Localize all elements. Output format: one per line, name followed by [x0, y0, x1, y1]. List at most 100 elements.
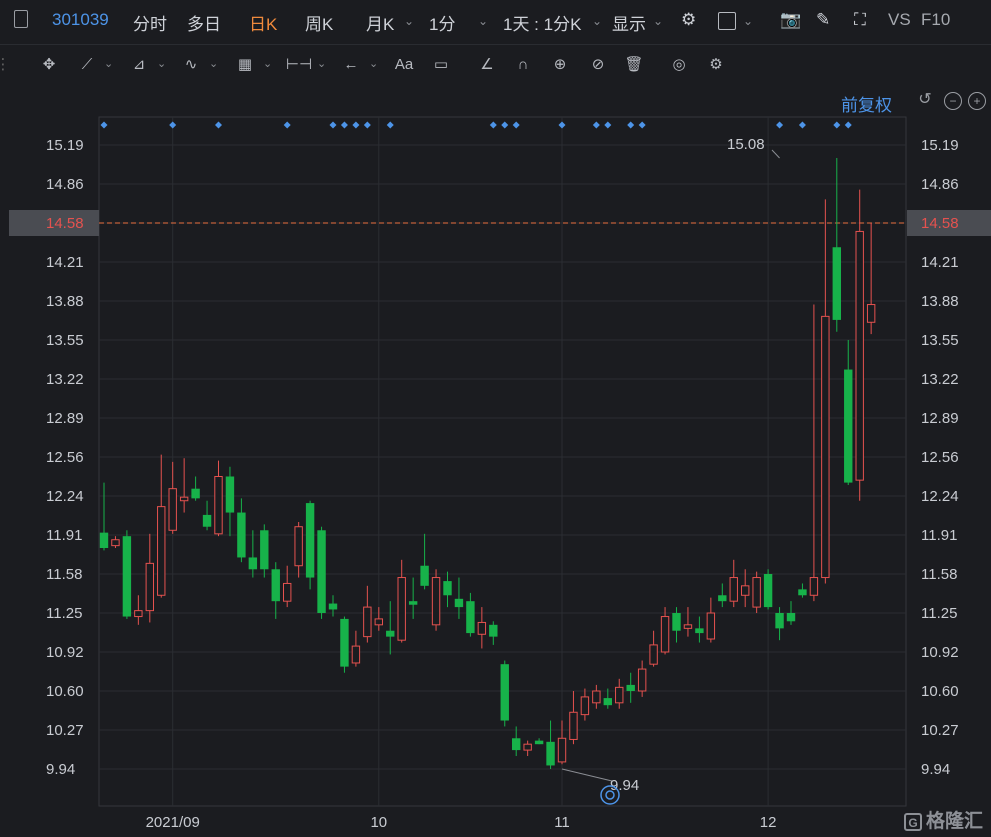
candle-body-down[interactable] [260, 530, 269, 570]
vs-button[interactable]: VS [888, 10, 911, 30]
candle-body-up[interactable] [683, 624, 693, 629]
display-dropdown[interactable]: 显示 [612, 10, 646, 35]
candle-body-up[interactable] [179, 496, 189, 502]
wave-tool-icon[interactable]: ∿ [180, 53, 202, 75]
layout-icon[interactable] [718, 12, 736, 30]
candle-body-down[interactable] [466, 601, 475, 634]
chevron-down-icon[interactable]: ⌄ [157, 57, 166, 70]
magnet-icon[interactable]: ∩ [512, 53, 534, 75]
candle-body-up[interactable] [569, 711, 578, 740]
chevron-down-icon[interactable]: ⌄ [263, 57, 272, 70]
tab-monthly-k[interactable]: 月K [366, 10, 394, 35]
candle-body-down[interactable] [122, 536, 132, 617]
candle-body-up[interactable] [580, 696, 590, 716]
candle-body-down[interactable] [248, 557, 258, 570]
gear-icon[interactable]: ⚙ [681, 10, 696, 30]
candle-body-down[interactable] [672, 613, 681, 631]
candle-body-up[interactable] [431, 577, 441, 626]
candle-body-down[interactable] [786, 613, 796, 622]
candle-body-up[interactable] [855, 230, 864, 481]
candle-body-up[interactable] [214, 476, 223, 535]
chevron-down-icon[interactable]: ⌄ [743, 14, 753, 28]
tab-1min[interactable]: 1分 [429, 10, 455, 35]
candle-body-down[interactable] [340, 618, 349, 667]
candle-body-up[interactable] [477, 621, 487, 635]
camera-icon[interactable]: 📷 [780, 10, 801, 30]
candle-body-down[interactable] [317, 530, 326, 613]
period-select[interactable]: 1天 : 1分K [503, 10, 581, 35]
candle-body-up[interactable] [283, 582, 292, 602]
candle-body-up[interactable] [706, 612, 716, 640]
candle-body-up[interactable] [523, 743, 532, 751]
pencil-icon[interactable]: ✎ [816, 10, 830, 30]
candle-body-up[interactable] [729, 577, 738, 602]
polyline-tool-icon[interactable]: ⊿ [128, 53, 150, 75]
candle-body-up[interactable] [557, 737, 567, 763]
candle-body-down[interactable] [454, 598, 464, 608]
tab-intraday[interactable]: 分时 [133, 10, 167, 35]
candle-body-up[interactable] [821, 315, 830, 579]
candle-body-up[interactable] [637, 668, 647, 692]
tab-multi-day[interactable]: 多日 [187, 10, 221, 35]
candle-body-down[interactable] [844, 369, 853, 483]
chevron-down-icon[interactable]: ⌄ [478, 14, 488, 28]
chevron-down-icon[interactable]: ⌄ [592, 14, 602, 28]
stock-code[interactable]: 301039 [52, 10, 109, 30]
candle-body-up[interactable] [809, 577, 819, 596]
compare-icon[interactable]: ◎ [668, 53, 690, 75]
candle-body-down[interactable] [408, 601, 418, 605]
candle-body-up[interactable] [741, 585, 750, 596]
candle-body-down[interactable] [237, 512, 246, 558]
candlestick-chart[interactable]: 15.19 15.19 14.86 14.86 14.58 14.58 14.21 14.21… [0, 86, 991, 837]
candle-body-up[interactable] [660, 616, 670, 653]
candle-body-up[interactable] [615, 686, 624, 704]
range-tool-icon[interactable]: ⊢⊣ [286, 53, 312, 75]
candle-body-up[interactable] [145, 562, 155, 612]
candle-body-up[interactable] [649, 644, 658, 665]
candle-body-down[interactable] [603, 698, 612, 706]
candle-body-down[interactable] [534, 740, 544, 745]
tab-weekly-k[interactable]: 周K [305, 10, 333, 35]
chevron-down-icon[interactable]: ⌄ [404, 14, 414, 28]
brush-icon[interactable]: ∠ [476, 53, 498, 75]
candle-body-down[interactable] [546, 741, 555, 766]
sidebar-toggle-icon[interactable] [14, 10, 28, 28]
chevron-down-icon[interactable]: ⌄ [653, 14, 663, 28]
channel-tool-icon[interactable]: ▦ [234, 53, 256, 75]
candle-body-down[interactable] [271, 569, 280, 602]
candle-body-down[interactable] [191, 488, 200, 499]
settings-icon[interactable]: ⚙ [705, 53, 727, 75]
candle-body-down[interactable] [386, 630, 395, 637]
f10-button[interactable]: F10 [921, 10, 950, 30]
arrow-tool-icon[interactable]: ← [340, 53, 362, 75]
candle-body-down[interactable] [305, 503, 315, 578]
line-tool-icon[interactable]: ⟋ [76, 53, 98, 75]
candle-body-up[interactable] [157, 506, 166, 596]
candle-body-down[interactable] [798, 589, 807, 596]
candle-body-up[interactable] [592, 690, 601, 704]
candle-body-up[interactable] [397, 577, 406, 641]
candle-body-down[interactable] [202, 514, 212, 527]
candle-body-down[interactable] [718, 595, 727, 602]
candle-body-down[interactable] [443, 581, 452, 596]
candle-body-up[interactable] [134, 610, 143, 618]
candle-body-down[interactable] [225, 476, 235, 513]
tab-daily-k[interactable]: 日K [249, 10, 277, 35]
candle-body-down[interactable] [512, 738, 521, 751]
text-tool-icon[interactable]: Aa [393, 53, 415, 75]
chevron-down-icon[interactable]: ⌄ [209, 57, 218, 70]
candle-body-up[interactable] [351, 645, 361, 664]
candle-body-down[interactable] [420, 565, 429, 586]
candle-body-down[interactable] [775, 613, 784, 629]
candle-body-down[interactable] [99, 532, 109, 548]
candle-body-up[interactable] [168, 488, 177, 531]
candle-body-down[interactable] [626, 684, 635, 691]
comment-icon[interactable]: ▭ [430, 53, 452, 75]
candle-body-up[interactable] [111, 539, 120, 547]
chevron-down-icon[interactable]: ⌄ [317, 57, 326, 70]
candle-body-down[interactable] [328, 603, 338, 610]
move-icon[interactable]: ✥ [38, 53, 60, 75]
chevron-down-icon[interactable]: ⌄ [369, 57, 378, 70]
candle-body-up[interactable] [374, 618, 384, 626]
candle-body-up[interactable] [752, 577, 761, 608]
